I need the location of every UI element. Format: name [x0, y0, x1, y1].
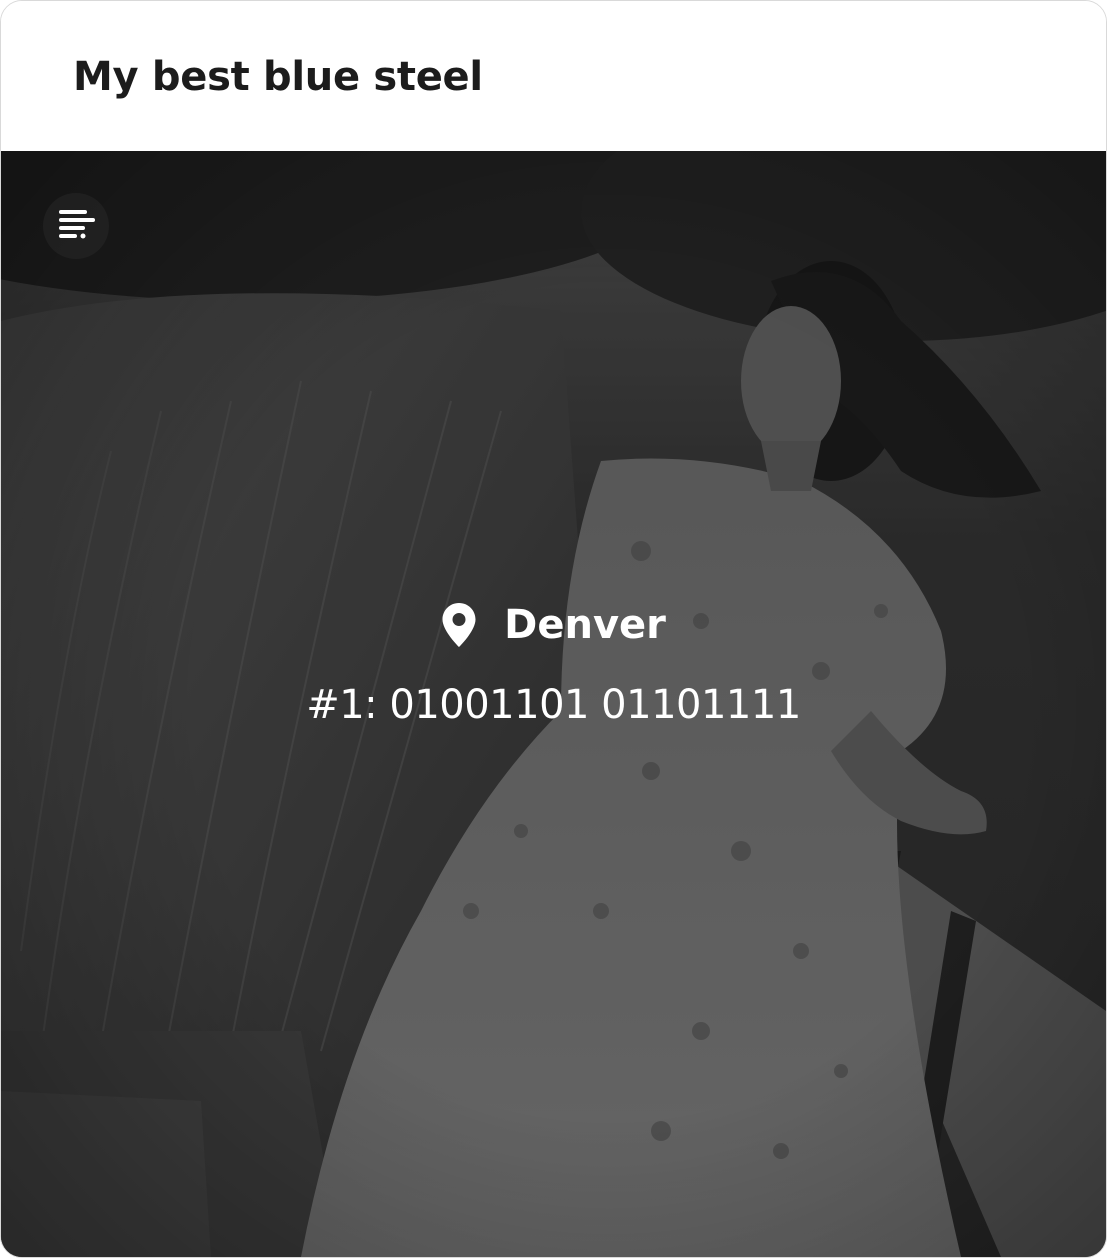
location-row: Denver: [1, 599, 1106, 651]
card-header: My best blue steel: [1, 1, 1106, 151]
card-title: My best blue steel: [73, 54, 483, 100]
rank-text: #1: 01001101 01101111: [306, 682, 801, 728]
sort-lines-icon: [59, 210, 95, 239]
map-pin-icon: [442, 603, 476, 647]
sort-menu-button[interactable]: [43, 193, 109, 259]
photo: Denver #1: 01001101 01101111: [1, 151, 1106, 1257]
photo-card: My best blue steel Denver #1: 01001101 0…: [0, 0, 1107, 1258]
location-name: Denver: [504, 602, 666, 648]
